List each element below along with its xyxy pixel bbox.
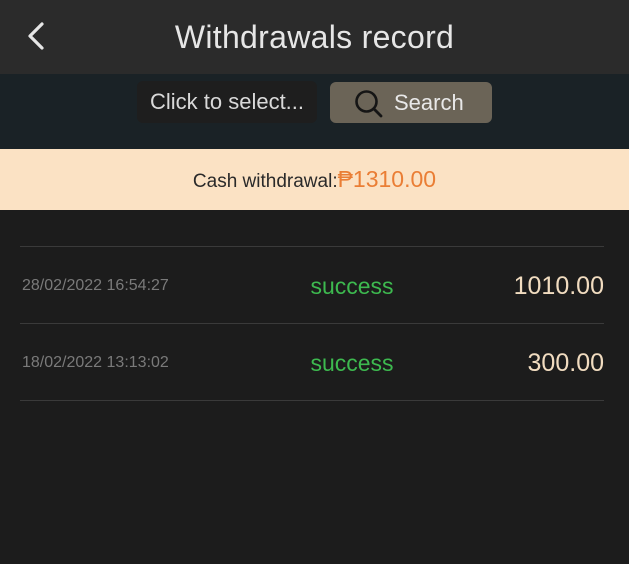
page-title: Withdrawals record [174,19,455,55]
search-button-label: Search [394,90,464,115]
search-button[interactable]: Search [330,82,492,123]
record-row[interactable]: 18/02/2022 13:13:02 success 300.00 [20,325,604,401]
search-icon [355,90,383,118]
record-status: success [310,273,394,299]
record-amount: 1010.00 [513,272,604,300]
filter-bar: Click to select... Search [0,74,629,149]
withdrawal-summary: Cash withdrawal:₱1310.00 [0,149,629,210]
date-select[interactable]: Click to select... [137,81,317,123]
record-status: success [310,350,394,376]
top-nav-bar: Withdrawals record [0,0,629,74]
record-amount: 300.00 [527,349,604,377]
list-divider [20,400,604,401]
record-date: 28/02/2022 16:54:27 [22,277,169,294]
summary-amount: ₱1310.00 [337,166,437,192]
record-date: 18/02/2022 13:13:02 [22,354,169,371]
list-divider [20,246,604,247]
list-divider [20,323,604,324]
summary-label: Cash withdrawal: [192,171,338,192]
record-row[interactable]: 28/02/2022 16:54:27 success 1010.00 [20,248,604,324]
